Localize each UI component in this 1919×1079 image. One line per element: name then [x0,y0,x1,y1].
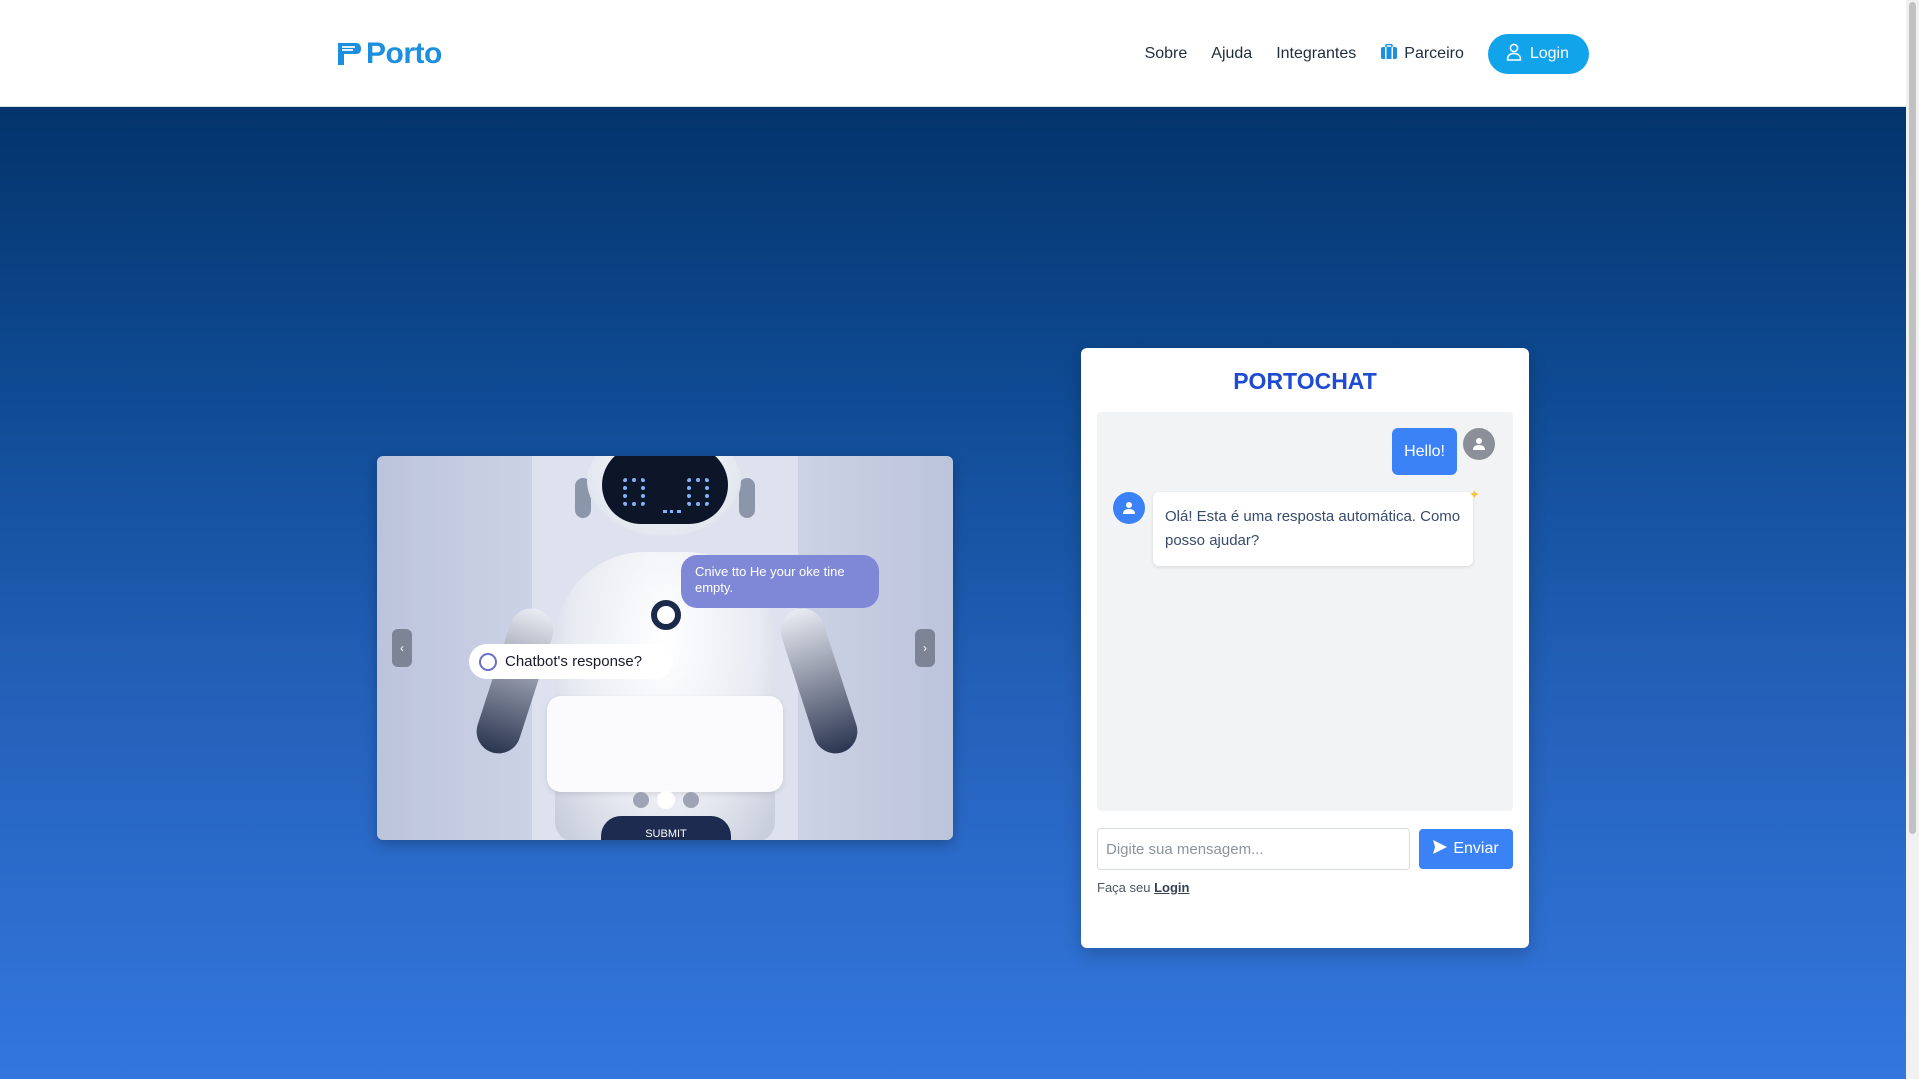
illustration-submit-button: SUBMIT [601,816,731,840]
login-button-label: Login [1529,45,1569,62]
hero-section: Cnive tto He your oke tine empty. Chatbo… [0,107,1906,1079]
robot-chest-button [651,600,681,630]
speech-bubble-white-text: Chatbot's response? [505,653,643,670]
bot-avatar-icon [1113,492,1145,524]
briefcase-icon [1380,43,1398,65]
nav-parceiro[interactable]: Parceiro [1380,43,1464,65]
bell-icon [479,652,497,671]
robot-right-eye [687,478,709,506]
bot-message-bubble: Olá! Esta é uma resposta automática. Com… [1153,492,1473,566]
login-button[interactable]: Login [1487,34,1589,74]
chat-login-prompt: Faça seu Login [1097,880,1190,895]
paper-plane-icon [1433,839,1448,859]
illustration-input-card [547,696,783,792]
portochat-card: PORTOCHAT Hello! Olá! Esta é uma respost… [1081,348,1529,948]
scrollbar-thumb[interactable] [1909,2,1916,834]
carousel-indicator-1[interactable] [633,792,649,808]
carousel-next-button[interactable]: › [915,629,935,667]
main-nav: Sobre Ajuda Integrantes Parceiro Login [1145,34,1589,74]
carousel-indicators [633,791,699,809]
nav-integrantes[interactable]: Integrantes [1276,45,1356,63]
porto-logo[interactable]: Porto [336,37,442,71]
user-avatar-icon [1463,428,1495,460]
image-carousel: Cnive tto He your oke tine empty. Chatbo… [377,456,953,840]
nav-sobre[interactable]: Sobre [1145,45,1188,63]
sparkle-icon: ✦ [1469,487,1480,502]
chat-messages-area[interactable]: Hello! Olá! Esta é uma resposta automáti… [1097,412,1513,811]
robot-mouth [663,510,681,513]
send-button-label: Enviar [1453,840,1499,857]
porto-logo-icon [336,40,362,68]
carousel-prev-button[interactable]: ‹ [392,629,412,667]
chat-login-link[interactable]: Login [1154,880,1189,895]
speech-bubble-purple: Cnive tto He your oke tine empty. [681,555,879,608]
carousel-indicator-2[interactable] [657,791,675,809]
robot-right-ear [739,478,755,518]
chat-title: PORTOCHAT [1233,368,1377,394]
nav-parceiro-label: Parceiro [1404,45,1464,62]
speech-bubble-white: Chatbot's response? [469,644,673,679]
page-scrollbar[interactable] [1906,0,1919,1079]
carousel-indicator-3[interactable] [683,792,699,808]
chat-message-input[interactable] [1097,828,1410,870]
robot-visor [602,456,728,524]
user-message-bubble: Hello! [1392,428,1457,475]
nav-ajuda[interactable]: Ajuda [1211,45,1252,63]
user-icon [1506,43,1522,66]
chat-login-prefix: Faça seu [1097,880,1151,895]
logo-text: Porto [366,37,442,70]
send-button[interactable]: Enviar [1419,829,1513,869]
top-navbar: Porto Sobre Ajuda Integrantes Parceiro L… [0,0,1906,107]
robot-left-eye [623,478,645,506]
